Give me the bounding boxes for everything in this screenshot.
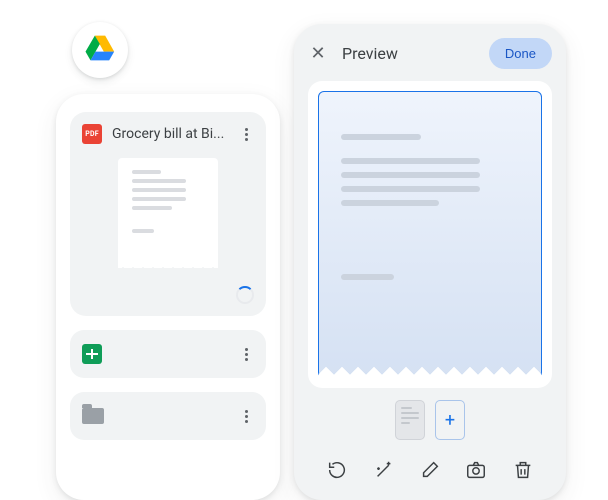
auto-enhance-button[interactable]	[370, 458, 398, 486]
done-button[interactable]: Done	[489, 38, 552, 69]
preview-header: ✕ Preview Done	[308, 38, 552, 69]
delete-button[interactable]	[509, 458, 537, 486]
pdf-icon: PDF	[82, 124, 102, 144]
file-card[interactable]: PDF Grocery bill at Bi...	[70, 112, 266, 316]
sheets-icon	[82, 344, 102, 364]
file-card-header: PDF Grocery bill at Bi...	[82, 124, 254, 144]
page-thumbnail-strip: +	[308, 400, 552, 440]
file-thumbnail	[118, 158, 218, 268]
close-button[interactable]: ✕	[308, 44, 328, 64]
erase-button[interactable]	[416, 458, 444, 486]
retake-button[interactable]	[462, 458, 490, 486]
more-options-button[interactable]	[238, 128, 254, 141]
rotate-button[interactable]	[323, 458, 351, 486]
add-page-button[interactable]: +	[435, 400, 465, 440]
file-row-sheets[interactable]	[70, 330, 266, 378]
rotate-icon	[326, 459, 348, 485]
scan-preview-panel: ✕ Preview Done +	[294, 24, 566, 500]
preview-page[interactable]	[318, 91, 542, 378]
file-row-folder[interactable]	[70, 392, 266, 440]
more-options-button[interactable]	[238, 348, 254, 361]
file-card-footer	[82, 286, 254, 304]
preview-title: Preview	[342, 44, 475, 63]
close-icon: ✕	[310, 43, 325, 64]
folder-icon	[82, 408, 104, 424]
magic-wand-icon	[373, 459, 395, 485]
preview-canvas	[308, 81, 552, 388]
eraser-icon	[419, 459, 441, 485]
page-thumbnail[interactable]	[395, 400, 425, 440]
loading-spinner-icon	[236, 286, 254, 304]
file-title: Grocery bill at Bi...	[112, 126, 228, 142]
trash-icon	[512, 459, 534, 485]
plus-icon: +	[445, 410, 455, 431]
drive-file-list-panel: PDF Grocery bill at Bi...	[56, 94, 280, 500]
camera-icon	[465, 459, 487, 485]
google-drive-logo	[72, 22, 128, 78]
preview-toolbar	[308, 448, 552, 500]
more-options-button[interactable]	[238, 410, 254, 423]
drive-icon	[85, 35, 115, 65]
